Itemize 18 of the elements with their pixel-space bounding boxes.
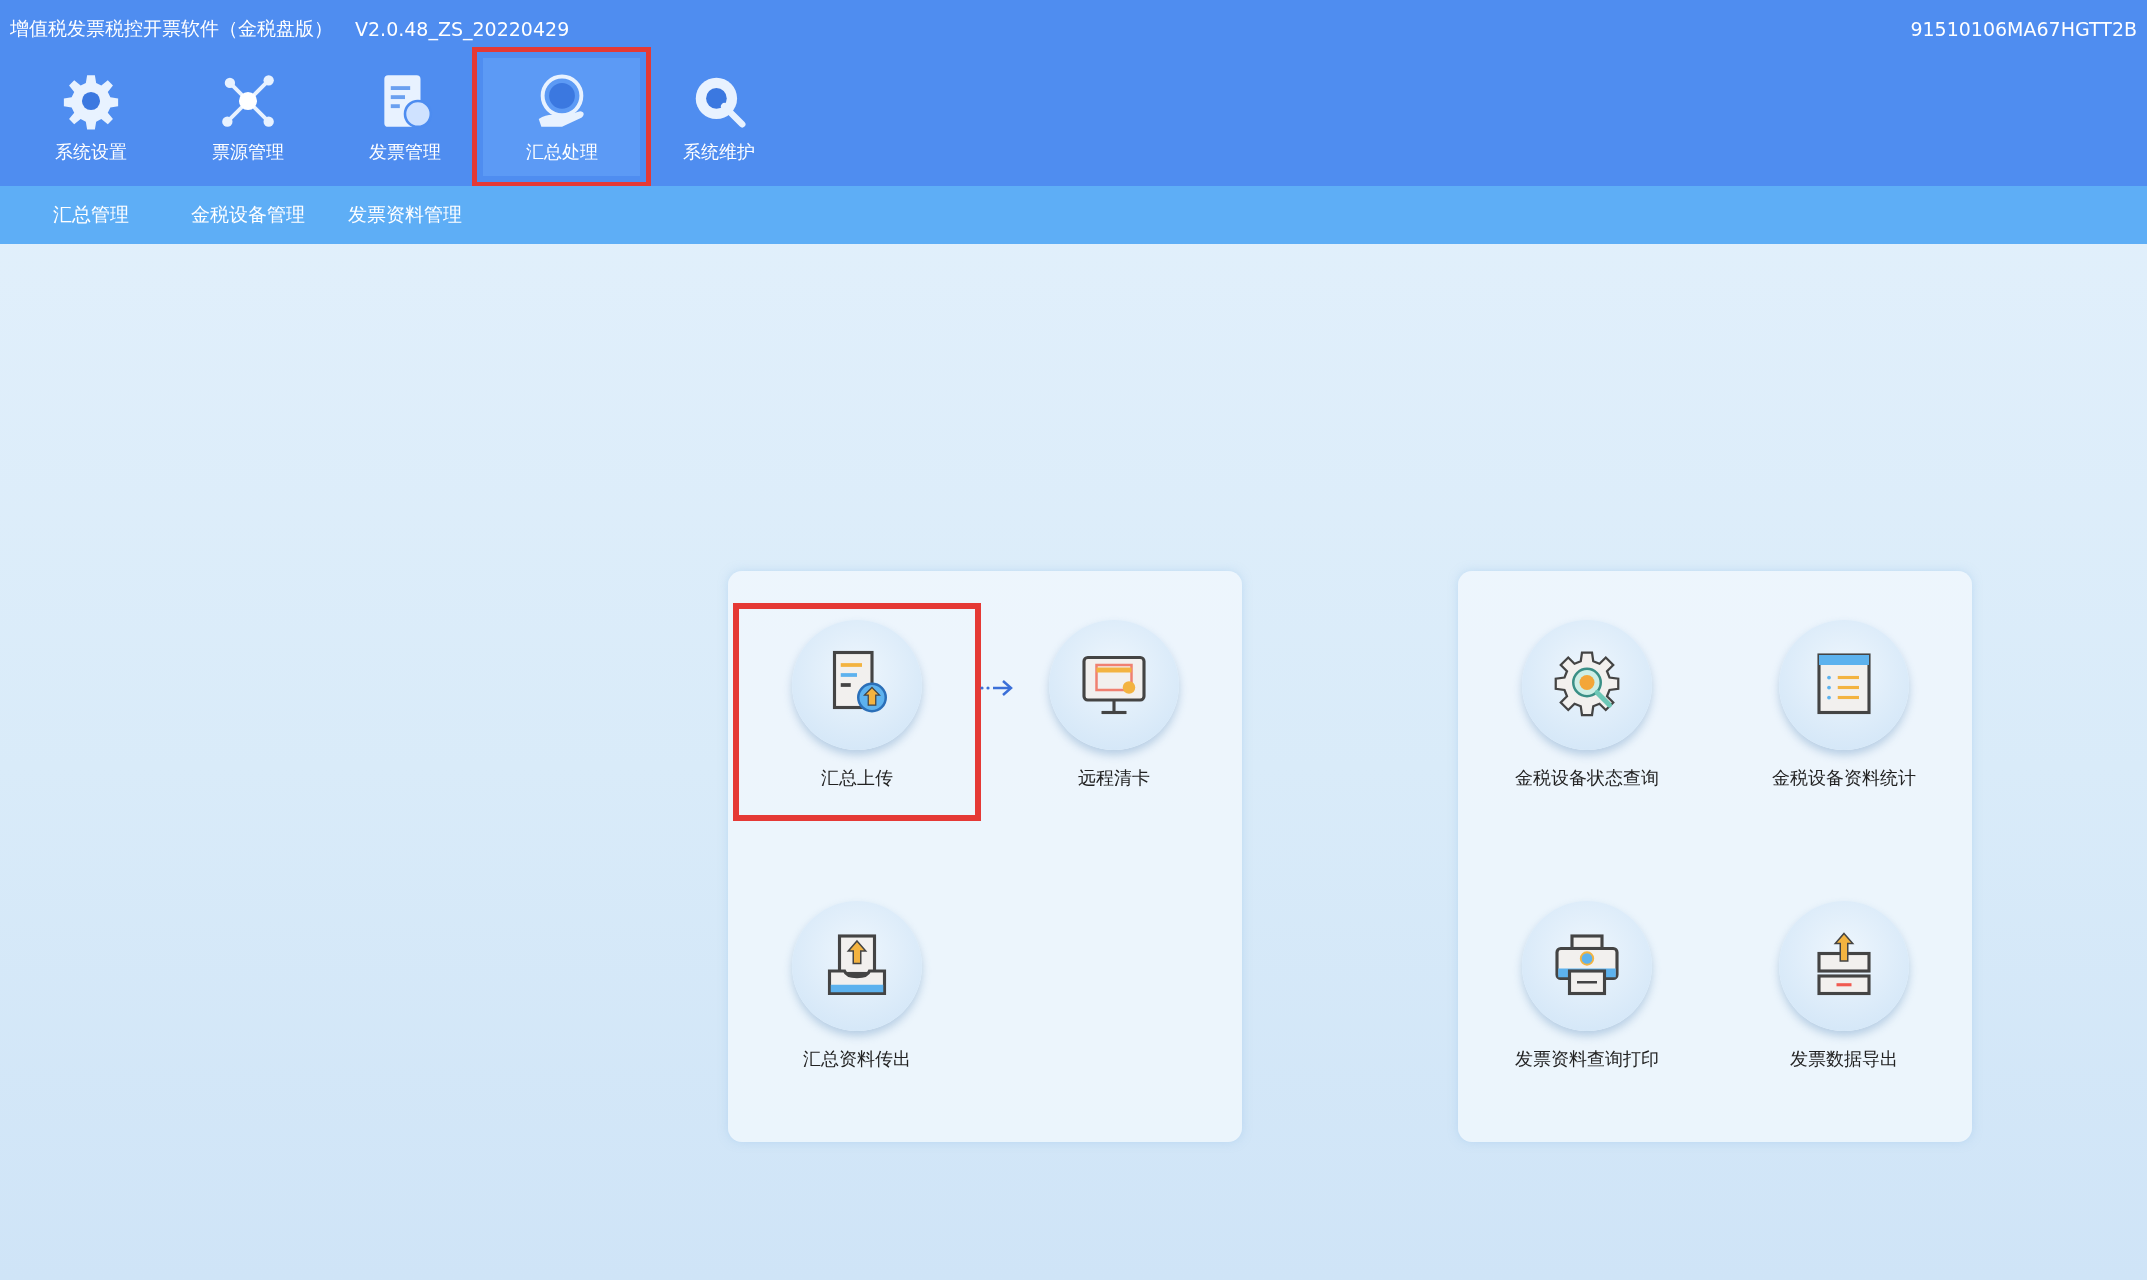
window-title: 增值税发票税控开票软件（金税盘版） bbox=[10, 16, 333, 41]
toolbar-button[interactable]: 系统设置 bbox=[12, 58, 169, 176]
menu-item[interactable]: 发票资料管理 bbox=[326, 202, 483, 228]
function-tile[interactable]: 远程清卡 bbox=[1018, 606, 1209, 818]
function-tile[interactable]: 金税设备资料统计 bbox=[1748, 606, 1939, 818]
menu-item[interactable]: 汇总管理 bbox=[12, 202, 169, 228]
toolbar-button[interactable]: 系统维护 bbox=[640, 58, 797, 176]
function-tile[interactable]: 发票数据导出 bbox=[1748, 887, 1939, 1099]
function-tile[interactable]: 汇总资料传出 bbox=[761, 887, 952, 1099]
version-text: V2.0.48_ZS_20220429 bbox=[355, 18, 570, 40]
function-tile[interactable]: 汇总上传 bbox=[735, 606, 978, 818]
tax-id-text: 91510106MA67HGTT2B bbox=[1910, 18, 2137, 40]
function-tile[interactable]: 发票资料查询打印 bbox=[1491, 887, 1682, 1099]
toolbar-button[interactable]: 汇总处理 bbox=[483, 58, 640, 176]
toolbar-button[interactable]: 发票管理 bbox=[326, 58, 483, 176]
menu-item[interactable]: 金税设备管理 bbox=[169, 202, 326, 228]
function-tile[interactable]: 金税设备状态查询 bbox=[1491, 606, 1682, 818]
toolbar-button[interactable]: 票源管理 bbox=[169, 58, 326, 176]
